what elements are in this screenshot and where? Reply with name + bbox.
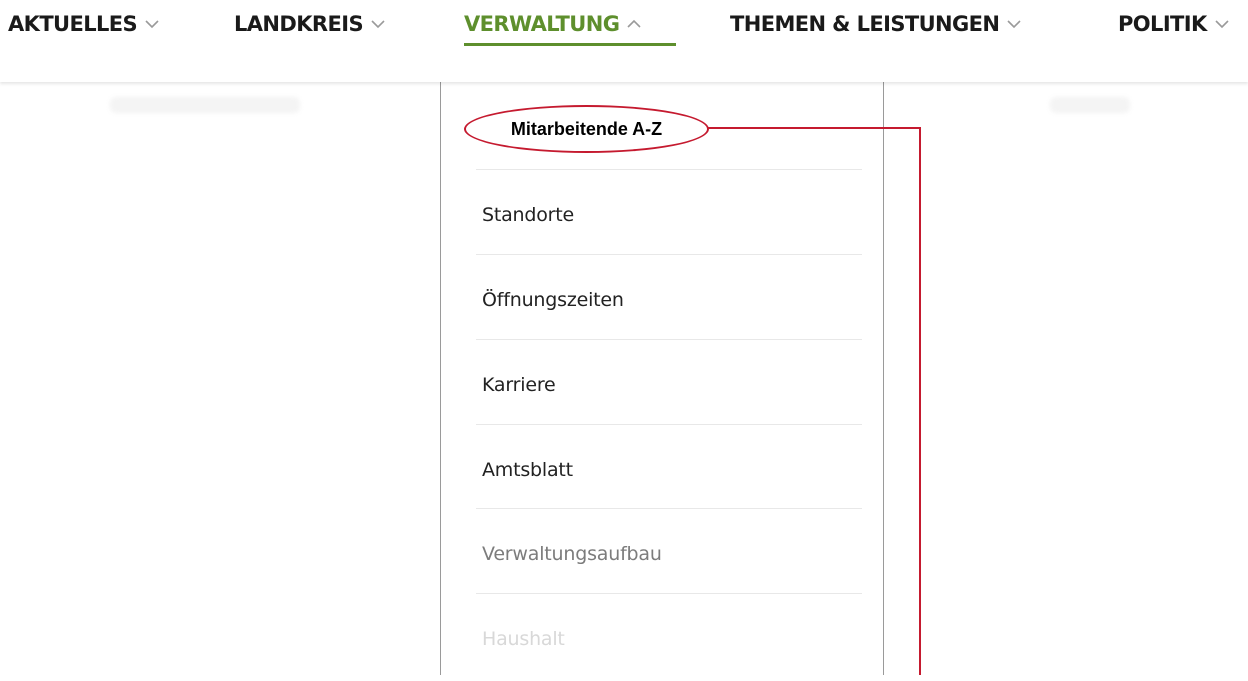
main-navigation: AKTUELLES LANDKREIS VERWALTUNG THEMEN & … — [0, 0, 1248, 82]
menu-item-haushalt[interactable]: Haushalt — [478, 596, 862, 681]
verwaltung-dropdown-menu: Standorte Öffnungszeiten Karriere Amtsbl… — [440, 82, 884, 675]
menu-item-standorte[interactable]: Standorte — [478, 172, 862, 257]
active-nav-underline — [464, 43, 676, 46]
menu-divider — [476, 254, 862, 255]
chevron-down-icon — [371, 20, 385, 29]
menu-divider — [476, 339, 862, 340]
chevron-up-icon — [627, 19, 641, 28]
callout-line-vertical — [919, 127, 921, 675]
background-blur-left — [110, 97, 300, 113]
chevron-down-icon — [1007, 20, 1021, 29]
menu-divider — [476, 424, 862, 425]
menu-divider — [476, 593, 862, 594]
nav-label-aktuelles: AKTUELLES — [8, 12, 138, 36]
nav-label-landkreis: LANDKREIS — [234, 12, 364, 36]
menu-item-label: Öffnungszeiten — [482, 288, 624, 311]
menu-item-label: Standorte — [482, 203, 575, 226]
menu-item-label: Amtsblatt — [482, 458, 573, 481]
nav-label-verwaltung: VERWALTUNG — [464, 12, 620, 36]
menu-item-mitarbeitende-a-z[interactable]: Mitarbeitende A-Z — [464, 105, 709, 153]
menu-item-amtsblatt[interactable]: Amtsblatt — [478, 427, 862, 512]
nav-item-aktuelles[interactable]: AKTUELLES — [8, 12, 159, 36]
chevron-down-icon — [1215, 20, 1229, 29]
menu-item-oeffnungszeiten[interactable]: Öffnungszeiten — [478, 257, 862, 342]
chevron-down-icon — [145, 20, 159, 29]
nav-item-verwaltung[interactable]: VERWALTUNG — [464, 12, 641, 36]
menu-divider — [476, 508, 862, 509]
menu-item-verwaltungsaufbau[interactable]: Verwaltungsaufbau — [478, 511, 862, 596]
nav-item-themen-leistungen[interactable]: THEMEN & LEISTUNGEN — [730, 12, 1021, 36]
menu-divider — [476, 169, 862, 170]
nav-item-landkreis[interactable]: LANDKREIS — [234, 12, 385, 36]
menu-item-karriere[interactable]: Karriere — [478, 342, 862, 427]
menu-item-label: Karriere — [482, 373, 556, 396]
callout-line-horizontal — [708, 127, 921, 129]
menu-item-label: Haushalt — [482, 627, 565, 650]
nav-label-themen-leistungen: THEMEN & LEISTUNGEN — [730, 12, 1000, 36]
nav-item-politik[interactable]: POLITIK — [1118, 12, 1229, 36]
menu-item-label: Verwaltungsaufbau — [482, 542, 662, 565]
background-blur-right — [1050, 97, 1130, 113]
nav-label-politik: POLITIK — [1118, 12, 1207, 36]
